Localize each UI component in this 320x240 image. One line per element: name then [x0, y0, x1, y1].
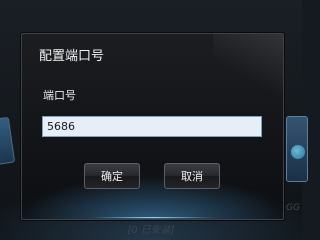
- app-icon: [291, 145, 305, 159]
- dialog-gloss: [213, 34, 283, 114]
- ok-button[interactable]: 确定: [84, 163, 140, 189]
- dialog-title: 配置端口号: [39, 49, 105, 64]
- port-input[interactable]: [42, 116, 262, 137]
- port-field-label: 端口号: [43, 89, 76, 102]
- dialog-bottom-glow: [92, 217, 213, 218]
- background-caption-right: GG: [286, 203, 300, 213]
- installed-count-caption: [0 已安装]: [127, 225, 175, 236]
- configure-port-dialog: 配置端口号 端口号 确定 取消: [21, 33, 284, 220]
- cancel-button[interactable]: 取消: [164, 163, 220, 189]
- background-app-tile-right: [286, 116, 308, 182]
